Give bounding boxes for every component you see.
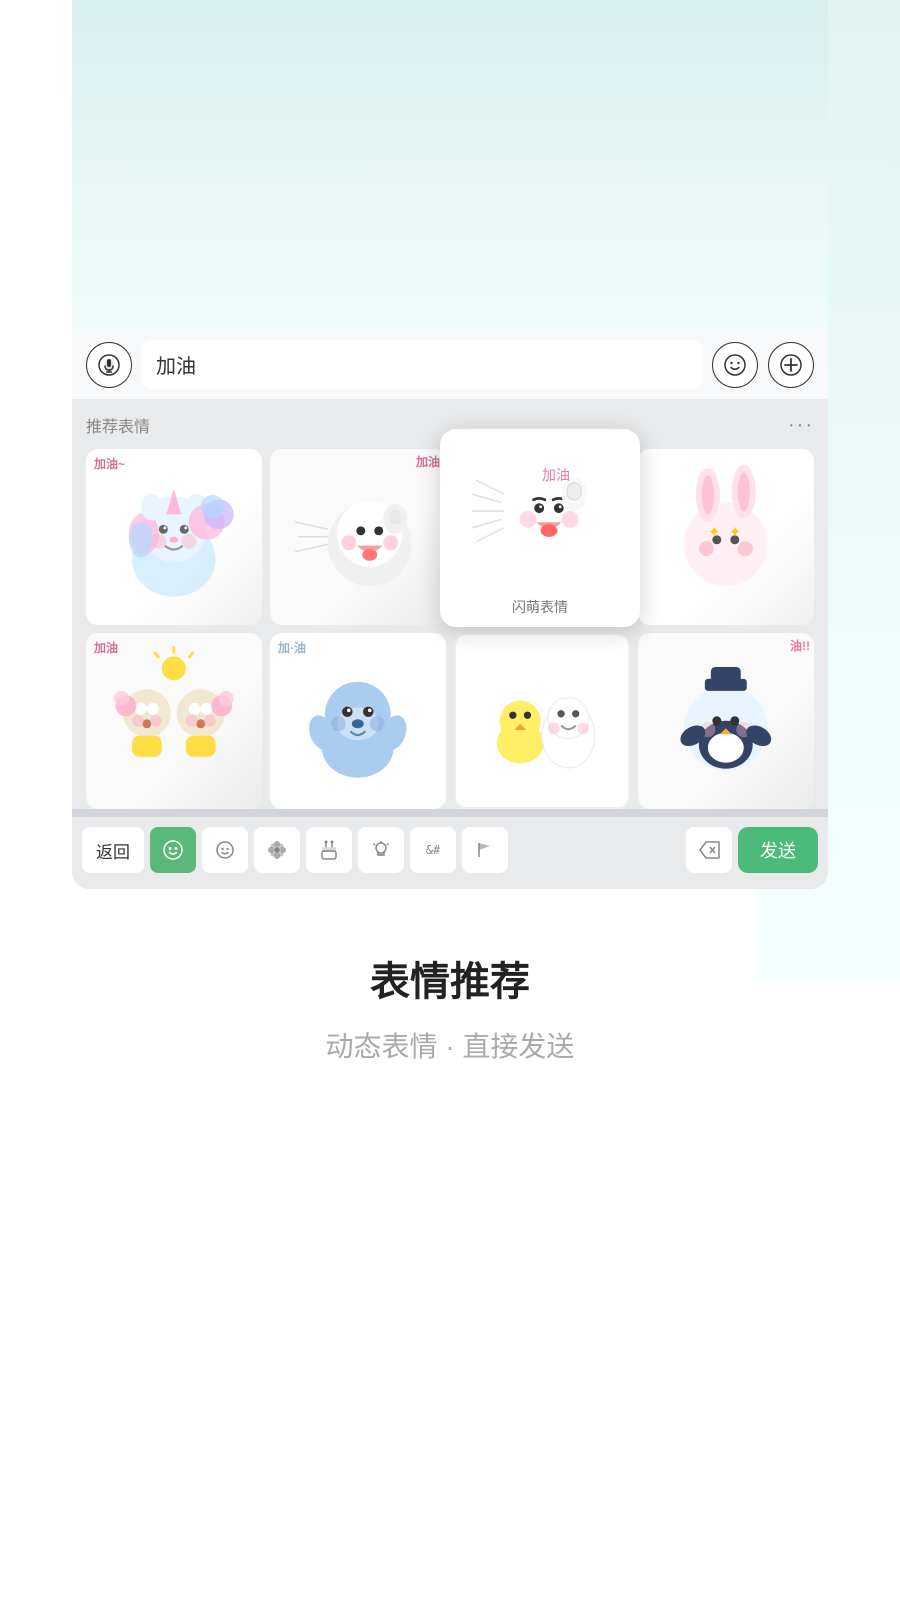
sticker-popup: 加油 闪萌表情: [440, 429, 640, 627]
plus-button[interactable]: [768, 342, 814, 388]
emoji-bulb-tab[interactable]: [358, 827, 404, 873]
message-input[interactable]: 加油: [142, 340, 702, 389]
sticker-item-2[interactable]: 加油: [270, 449, 446, 625]
emoji-circle-tab[interactable]: [202, 827, 248, 873]
emoji-cake-tab[interactable]: [306, 827, 352, 873]
sticker-item-6[interactable]: 加·油: [270, 633, 446, 809]
panel-title: 推荐表情: [86, 413, 150, 437]
emoji-flag-tab[interactable]: [462, 827, 508, 873]
sticker-item-4[interactable]: ✦ ✦: [638, 449, 814, 625]
input-row: 加油: [72, 330, 828, 399]
sticker-item-7[interactable]: [454, 633, 630, 809]
sticker-grid-wrapper: 加油~: [86, 449, 814, 809]
voice-button[interactable]: [86, 342, 132, 388]
emoji-special-tab[interactable]: &#: [410, 827, 456, 873]
svg-text:✦: ✦: [729, 524, 742, 541]
sticker-item-8[interactable]: 油!!: [638, 633, 814, 809]
emoji-flower-tab[interactable]: [254, 827, 300, 873]
bottom-subtitle: 动态表情 · 直接发送: [80, 1025, 820, 1065]
popup-label: 闪萌表情: [512, 597, 568, 617]
keyboard-container: 加油 推荐表情 ··· 加油~: [72, 330, 828, 889]
emoji-panel: 推荐表情 ··· 加油~: [72, 399, 828, 809]
send-button[interactable]: 发送: [738, 827, 818, 873]
svg-text:✦: ✦: [708, 524, 721, 541]
svg-text:加油: 加油: [542, 467, 570, 483]
sticker-item-5[interactable]: 加油: [86, 633, 262, 809]
popup-sticker-image: 加油: [465, 441, 615, 591]
emoji-button[interactable]: [712, 342, 758, 388]
back-button[interactable]: 返回: [82, 827, 144, 873]
emoji-face-tab[interactable]: [150, 827, 196, 873]
more-button[interactable]: ···: [788, 414, 814, 437]
bottom-title: 表情推荐: [80, 949, 820, 1007]
keyboard-bottom-row: 返回: [72, 817, 828, 889]
sticker-item-1[interactable]: 加油~: [86, 449, 262, 625]
delete-button[interactable]: [686, 827, 732, 873]
chat-area: [72, 0, 828, 330]
